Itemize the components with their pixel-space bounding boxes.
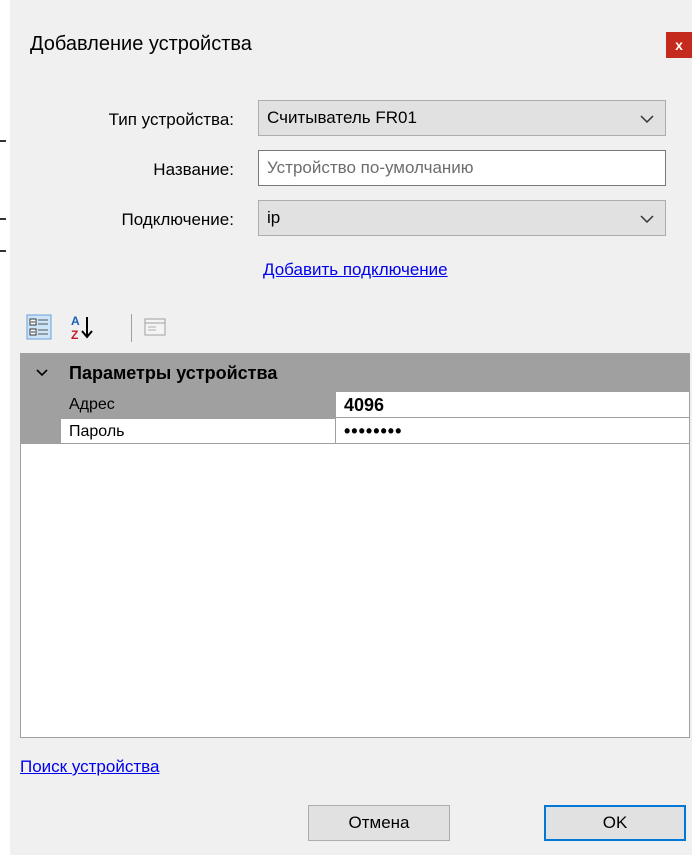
close-icon: x xyxy=(675,37,683,53)
toolbar-separator xyxy=(131,314,132,342)
add-device-dialog: Добавление устройства x Тип устройства: … xyxy=(10,0,692,855)
connection-value: ip xyxy=(267,208,281,227)
background-window-edge xyxy=(0,0,10,855)
property-value[interactable]: 4096 xyxy=(335,392,689,418)
svg-text:A: A xyxy=(71,314,80,328)
chevron-down-icon xyxy=(640,115,654,124)
device-type-value: Считыватель FR01 xyxy=(267,108,417,127)
edge-mark xyxy=(0,140,6,142)
category-header[interactable]: Параметры устройства xyxy=(21,354,689,392)
row-gutter xyxy=(21,392,61,418)
sort-alphabetical-button[interactable]: A Z xyxy=(64,310,98,344)
search-device-link[interactable]: Поиск устройства xyxy=(20,757,159,777)
property-pages-icon xyxy=(144,318,166,336)
edge-mark xyxy=(0,218,6,220)
cancel-button[interactable]: Отмена xyxy=(308,805,450,841)
property-grid-toolbar: A Z xyxy=(22,310,222,346)
device-type-label: Тип устройства: xyxy=(108,110,234,129)
property-value[interactable]: •••••••• xyxy=(335,418,689,444)
property-grid[interactable]: Параметры устройства Адрес 4096 Пароль •… xyxy=(20,353,690,738)
svg-text:Z: Z xyxy=(71,328,78,342)
property-row-address[interactable]: Адрес 4096 xyxy=(21,392,689,418)
name-input[interactable] xyxy=(267,158,665,178)
chevron-down-icon xyxy=(640,215,654,224)
property-pages-button[interactable] xyxy=(138,310,172,344)
property-name: Пароль xyxy=(61,418,335,444)
ok-button[interactable]: OK xyxy=(544,805,686,841)
connection-label: Подключение: xyxy=(121,210,234,229)
chevron-down-icon[interactable] xyxy=(35,366,49,380)
connection-select[interactable]: ip xyxy=(258,200,666,236)
device-type-select[interactable]: Считыватель FR01 xyxy=(258,100,666,136)
categorized-view-icon xyxy=(26,314,52,340)
sort-az-icon: A Z xyxy=(71,314,93,342)
add-connection-link[interactable]: Добавить подключение xyxy=(263,260,448,280)
name-label: Название: xyxy=(153,160,234,179)
row-gutter xyxy=(21,418,61,444)
property-name: Адрес xyxy=(61,392,335,418)
dialog-title: Добавление устройства xyxy=(30,33,252,55)
edge-mark xyxy=(0,250,6,252)
name-field[interactable] xyxy=(258,150,666,186)
category-title: Параметры устройства xyxy=(69,363,278,383)
close-button[interactable]: x xyxy=(666,32,692,58)
categorized-view-button[interactable] xyxy=(22,310,56,344)
property-row-password[interactable]: Пароль •••••••• xyxy=(21,418,689,444)
